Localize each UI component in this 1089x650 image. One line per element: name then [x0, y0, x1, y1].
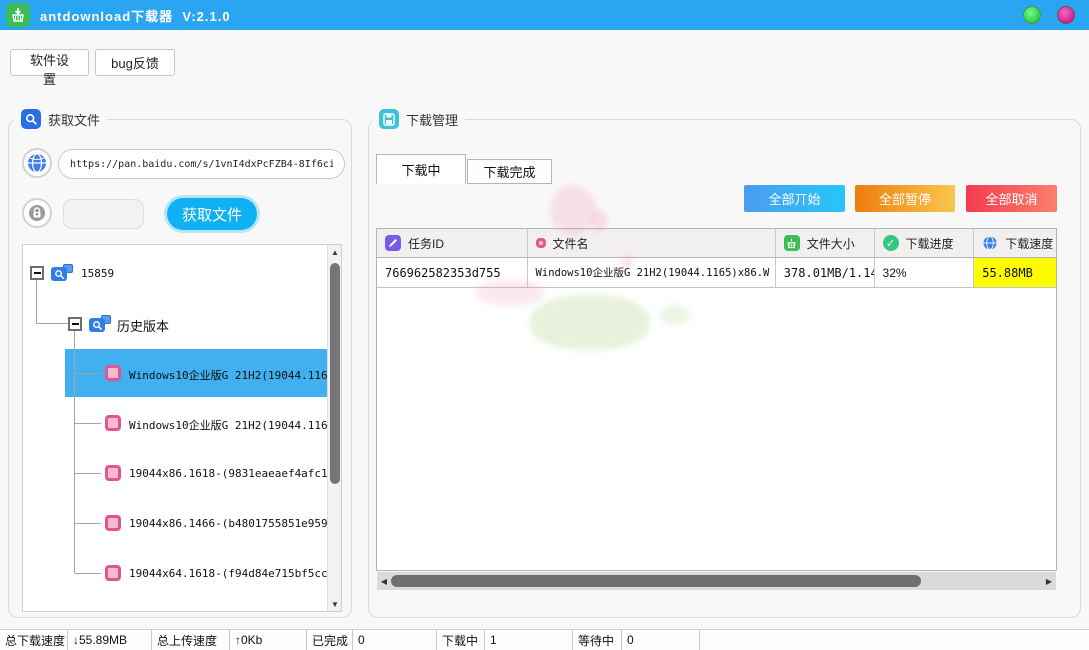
app-logo-icon	[6, 3, 30, 27]
cell-file-size: 378.01MB/1.14	[776, 258, 875, 287]
tree-connector	[74, 331, 75, 573]
table-horizontal-scrollbar[interactable]: ◀ ▶	[377, 572, 1056, 590]
url-input[interactable]	[58, 149, 345, 179]
column-progress[interactable]: ✓ 下载进度	[875, 229, 975, 257]
tree-scrollbar[interactable]: ▲ ▼	[327, 245, 341, 611]
tree-folder-label[interactable]: 历史版本	[117, 316, 169, 335]
download-row[interactable]: 766962582353d755 Windows10企业版G 21H2(1904…	[377, 258, 1056, 288]
tree-connector	[75, 373, 101, 374]
globe-icon	[22, 148, 52, 178]
status-waiting-label: 等待中	[573, 630, 622, 650]
column-file-name[interactable]: 文件名	[528, 229, 776, 257]
status-completed-label: 已完成	[307, 630, 353, 650]
file-tree: 15859 历史版本 Windows10企业版G 21H2(19044.1165…	[22, 244, 342, 612]
folder-search-icon	[89, 315, 111, 333]
cell-progress: 32%	[875, 258, 975, 287]
titlebar[interactable]: antdownload下载器 V:2.1.0	[0, 0, 1089, 30]
status-total-download-speed-label: 总下载速度	[0, 630, 68, 650]
scroll-left-icon[interactable]: ◀	[377, 572, 391, 590]
tree-connector	[36, 280, 37, 324]
status-downloading-label: 下载中	[437, 630, 485, 650]
extract-code-input[interactable]	[63, 199, 144, 229]
file-cube-icon	[105, 365, 121, 381]
tree-scrollbar-thumb[interactable]	[330, 263, 340, 484]
cell-task-id: 766962582353d755	[377, 258, 528, 287]
file-cube-icon	[105, 515, 121, 531]
tree-connector	[75, 473, 101, 474]
tree-connector	[75, 523, 101, 524]
pause-all-button[interactable]: 全部暂停	[855, 185, 955, 212]
minimize-button[interactable]	[1023, 6, 1041, 24]
pencil-icon	[385, 235, 401, 251]
table-header: 任务ID 文件名 文件大小 ✓ 下载进度 下载速度	[377, 229, 1056, 258]
cancel-all-button[interactable]: 全部取消	[966, 185, 1057, 212]
download-manage-group-title: 下载管理	[406, 110, 458, 129]
tree-item[interactable]: 19044x86.1466-(b4801755851e9598166	[129, 517, 342, 530]
download-manage-group-label: 下载管理	[372, 108, 465, 130]
ant-basket-icon	[784, 235, 800, 251]
tab-downloading[interactable]: 下载中	[376, 154, 466, 184]
status-downloading-value: 1	[485, 630, 573, 650]
scroll-right-icon[interactable]: ▶	[1042, 572, 1056, 590]
folder-search-icon	[51, 264, 73, 282]
fetch-file-group-title: 获取文件	[48, 110, 100, 129]
fetch-file-button[interactable]: 获取文件	[167, 198, 257, 230]
tree-item[interactable]: 19044x86.1618-(9831eaeaef4afc1004c	[129, 467, 342, 480]
clipboard-icon	[379, 109, 399, 129]
check-icon: ✓	[883, 235, 899, 251]
globe-icon	[982, 235, 998, 251]
file-cube-icon	[105, 465, 121, 481]
window-title: antdownload下载器 V:2.1.0	[40, 6, 231, 25]
download-table: 任务ID 文件名 文件大小 ✓ 下载进度 下载速度	[376, 228, 1057, 571]
file-cube-icon	[536, 238, 546, 248]
tab-download-complete[interactable]: 下载完成	[467, 159, 552, 184]
scroll-down-icon[interactable]: ▼	[328, 597, 342, 611]
close-button[interactable]	[1057, 6, 1075, 24]
status-total-upload-speed-label: 总上传速度	[152, 630, 230, 650]
cell-file-name: Windows10企业版G 21H2(19044.1165)x86.W	[528, 258, 776, 287]
tree-connector	[36, 323, 68, 324]
tree-root-label[interactable]: 15859	[81, 267, 114, 280]
bug-feedback-button[interactable]: bug反馈	[95, 49, 175, 76]
tree-item[interactable]: Windows10企业版G 21H2(19044.1165)x	[129, 367, 342, 383]
tree-item[interactable]: Windows10企业版G 21H2(19044.1165)x	[129, 417, 342, 433]
status-waiting-value: 0	[622, 630, 700, 650]
tree-expander-folder[interactable]	[68, 317, 82, 331]
magnifier-icon	[21, 109, 41, 129]
tree-expander-root[interactable]	[30, 266, 44, 280]
statusbar: 总下载速度 ↓55.89MB 总上传速度 ↑0Kb 已完成 0 下载中 1 等待…	[0, 629, 1089, 650]
status-completed-value: 0	[353, 630, 437, 650]
fetch-file-group-label: 获取文件	[14, 108, 107, 130]
scroll-up-icon[interactable]: ▲	[328, 245, 342, 259]
file-cube-icon	[105, 565, 121, 581]
lock-icon	[22, 198, 52, 228]
column-speed[interactable]: 下载速度	[974, 229, 1056, 257]
status-total-download-speed-value: ↓55.89MB	[68, 630, 152, 650]
app-window: antdownload下载器 V:2.1.0 软件设置 bug反馈 获取文件 获…	[0, 0, 1089, 650]
column-file-size[interactable]: 文件大小	[776, 229, 875, 257]
start-all-button[interactable]: 全部丌始	[744, 185, 845, 212]
file-cube-icon	[105, 415, 121, 431]
column-task-id[interactable]: 任务ID	[377, 229, 528, 257]
table-scrollbar-thumb[interactable]	[391, 575, 921, 587]
tree-item[interactable]: 19044x64.1618-(f94d84e715bf5cc707d	[129, 567, 342, 580]
status-total-upload-speed-value: ↑0Kb	[230, 630, 307, 650]
tree-connector	[75, 423, 101, 424]
cell-speed: 55.88MB	[974, 258, 1056, 287]
tree-connector	[75, 573, 101, 574]
settings-button[interactable]: 软件设置	[10, 49, 89, 76]
